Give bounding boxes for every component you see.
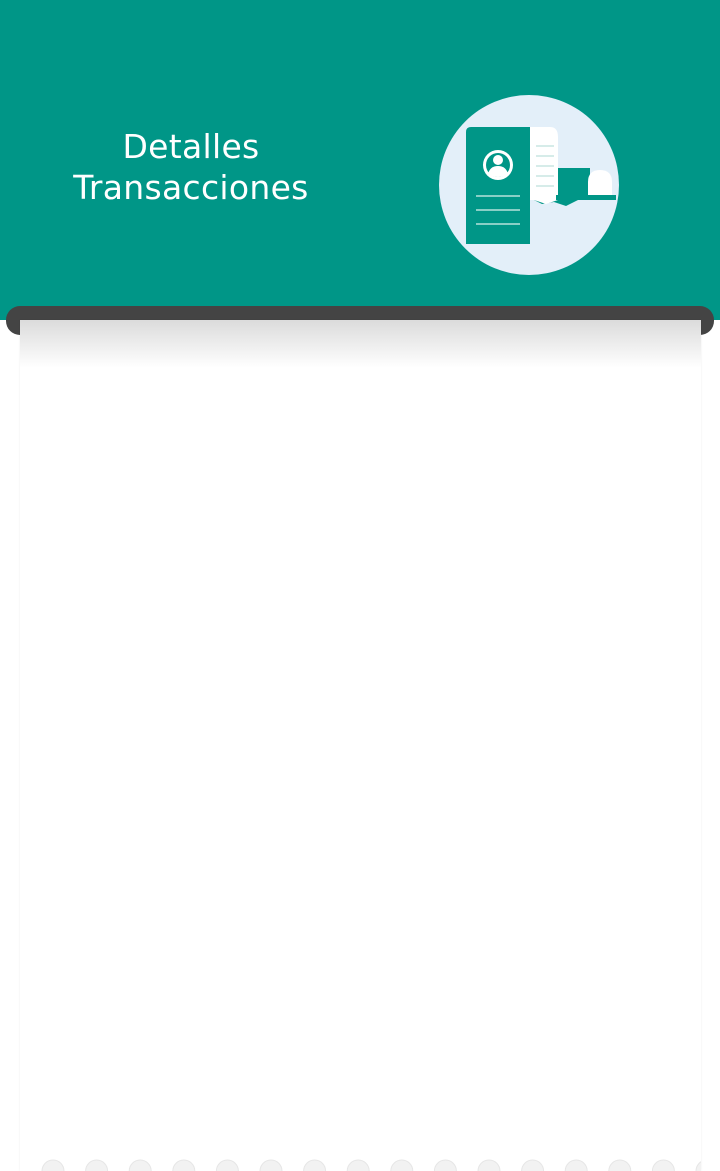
scallop-notch [521, 1159, 545, 1171]
header-banner: Detalles Transacciones [0, 0, 720, 320]
scallop-notch [128, 1159, 152, 1171]
scallop-notch [695, 1161, 701, 1171]
scallop-notch [259, 1159, 283, 1171]
scallop-notch [215, 1159, 239, 1171]
scallop-notch [608, 1159, 632, 1171]
scallop-notch [303, 1159, 327, 1171]
receipt-shadow [20, 320, 701, 368]
receipt-document-icon [438, 94, 620, 276]
page-title: Detalles Transacciones [62, 126, 320, 208]
receipt-paper [20, 320, 701, 1171]
scallop-notch [85, 1159, 109, 1171]
scallop-notch [390, 1159, 414, 1171]
scallop-notch [433, 1159, 457, 1171]
scallop-notch [41, 1159, 65, 1171]
scallop-notch [651, 1159, 675, 1171]
receipt-scalloped-edge [20, 1153, 701, 1171]
scallop-notch [564, 1159, 588, 1171]
scallop-notch [477, 1159, 501, 1171]
scallop-notch [346, 1159, 370, 1171]
page-title-line2: Transacciones [73, 168, 309, 207]
page-title-line1: Detalles [122, 127, 260, 166]
scallop-notch [172, 1159, 196, 1171]
